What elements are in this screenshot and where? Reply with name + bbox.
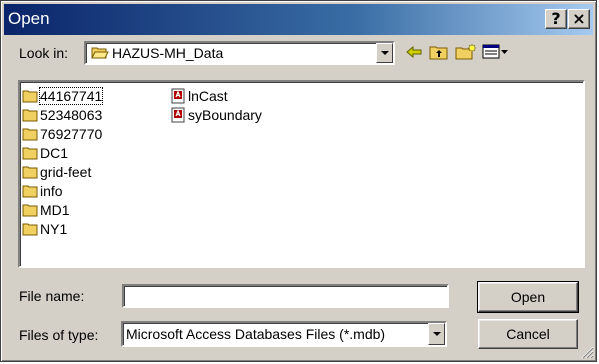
open-folder-icon: [91, 47, 109, 59]
file-name: lnCast: [188, 87, 228, 104]
file-name: 52348063: [40, 106, 103, 123]
access-database-icon: [171, 88, 185, 103]
folder-icon: [22, 204, 38, 216]
folder-icon: [22, 185, 38, 197]
folder-icon: [22, 109, 38, 121]
chevron-down-icon: [433, 332, 441, 336]
title-bar[interactable]: Open ? ×: [4, 4, 593, 35]
access-database-icon: [171, 107, 185, 122]
file-name: info: [40, 182, 63, 199]
filename-input[interactable]: [122, 284, 449, 308]
file-name: grid-feet: [40, 163, 92, 180]
database-file-item[interactable]: syBoundary: [170, 105, 262, 124]
chevron-down-icon: [381, 51, 389, 55]
file-name: 44167741: [38, 86, 104, 105]
folder-item[interactable]: MD1: [22, 200, 102, 219]
file-name: DC1: [40, 144, 69, 161]
filetype-label: Files of type:: [19, 327, 99, 343]
folder-item[interactable]: NY1: [22, 219, 102, 238]
folder-item[interactable]: grid-feet: [22, 162, 102, 181]
filetype-dropdown-button[interactable]: [428, 323, 445, 345]
folder-icon: [22, 90, 38, 102]
folder-icon: [22, 128, 38, 140]
folder-item[interactable]: 76927770: [22, 124, 102, 143]
file-name: NY1: [40, 220, 68, 237]
folder-item[interactable]: 44167741: [22, 86, 104, 105]
view-menu-icon[interactable]: [482, 43, 510, 61]
dialog-title: Open: [8, 9, 50, 28]
folder-icon: [22, 166, 38, 178]
folder-icon: [22, 147, 38, 159]
file-name: 76927770: [40, 125, 103, 142]
lookin-dropdown[interactable]: HAZUS-MH_Data: [84, 41, 395, 65]
open-button[interactable]: Open: [477, 281, 579, 313]
file-list-column-1: 44167741 52348063 76927770 DC1 grid-feet info…: [22, 86, 104, 238]
back-arrow-icon[interactable]: [405, 43, 423, 61]
file-list-column-2: lnCast syBoundary: [170, 86, 262, 124]
lookin-label: Look in:: [19, 45, 69, 61]
resize-grip-icon[interactable]: [580, 345, 594, 359]
database-file-item[interactable]: lnCast: [170, 86, 262, 105]
close-button[interactable]: ×: [568, 9, 590, 29]
file-name: MD1: [40, 201, 70, 218]
open-dialog: Open ? × Look in: HAZUS-MH_Data 44167741…: [0, 0, 597, 362]
file-name: syBoundary: [188, 106, 262, 123]
folder-item[interactable]: info: [22, 181, 102, 200]
folder-icon: [22, 223, 38, 235]
folder-item[interactable]: 52348063: [22, 105, 102, 124]
file-list[interactable]: 44167741 52348063 76927770 DC1 grid-feet info…: [18, 80, 585, 268]
help-button[interactable]: ?: [545, 9, 567, 29]
filetype-dropdown[interactable]: Microsoft Access Databases Files (*.mdb): [121, 321, 447, 347]
lookin-dropdown-button[interactable]: [376, 43, 393, 63]
lookin-value: HAZUS-MH_Data: [112, 45, 224, 61]
cancel-button[interactable]: Cancel: [478, 319, 578, 349]
new-folder-icon[interactable]: [455, 43, 477, 61]
filename-label: File name:: [19, 288, 85, 304]
up-one-level-icon[interactable]: [429, 43, 449, 61]
filetype-value: Microsoft Access Databases Files (*.mdb): [126, 326, 386, 342]
folder-item[interactable]: DC1: [22, 143, 102, 162]
